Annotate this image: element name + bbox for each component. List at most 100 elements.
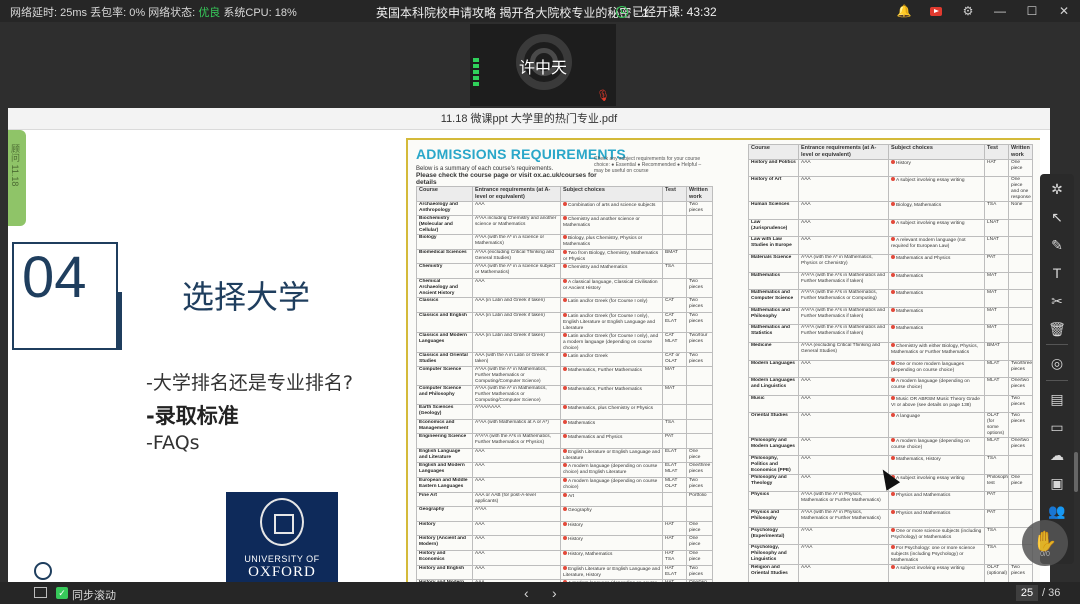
current-page-input[interactable]: 25 [1016, 585, 1038, 601]
logo-line2: OXFORD [248, 564, 316, 580]
sync-scroll-label: 同步滚动 [72, 590, 116, 602]
raise-hand-button[interactable]: ✋ 0/0 [1022, 520, 1068, 566]
packet-loss-value: 0% [129, 7, 146, 19]
annotation-toolbar: ✲ ↖ ✎ T ✂ 🗑 ◎ ▤ ▭ ☁ ▣ 👥 [1040, 174, 1074, 564]
pen-icon[interactable]: ✎ [1040, 232, 1074, 258]
cpu-value: 18% [274, 7, 297, 19]
next-page-button[interactable]: › [552, 585, 557, 601]
table-cell: A*A*A (with the A*s in Mathematics and F… [798, 271, 889, 291]
bell-icon[interactable]: 🔔 [888, 4, 920, 18]
table-cell: Mathematics [888, 306, 985, 326]
table-cell: AAA [798, 201, 889, 220]
essential-dot-icon [891, 237, 895, 242]
essential-dot-icon [563, 333, 567, 337]
oxford-logo: UNIVERSITY OF OXFORD [226, 492, 338, 582]
document-icon[interactable]: ▤ [1040, 386, 1074, 412]
table-row: Chemistry A*AA (with the A* in a science … [416, 263, 713, 280]
subject-text: Mathematics, Further Mathematics [568, 387, 642, 393]
table-cell [662, 404, 687, 420]
table-cell: AAA [472, 477, 561, 493]
prev-page-button[interactable]: ‹ [524, 585, 529, 601]
table-cell: PAT [984, 509, 1009, 528]
subject-text: Chemistry and another science or Mathema… [563, 217, 640, 229]
maximize-icon[interactable]: ☐ [1016, 4, 1048, 18]
table-header-2: Subject choices [560, 186, 663, 202]
table-cell: AAA [472, 278, 561, 299]
minimize-icon[interactable]: — [984, 4, 1016, 18]
table-cell: MAT [984, 306, 1009, 326]
subject-text: A modern language (depending on course c… [891, 379, 970, 391]
table-cell: Mathematics [748, 271, 799, 291]
thumbnail-icon[interactable] [34, 587, 47, 598]
table-cell: OLAT (for some options) [984, 412, 1009, 439]
table-cell [1008, 509, 1033, 528]
essential-dot-icon [891, 456, 895, 460]
clock-icon [616, 5, 628, 18]
table-cell: A*AA [798, 544, 889, 566]
chat-icon[interactable]: ▭ [1040, 414, 1074, 440]
table-cell: Psychology, Philosophy and Linguistics [748, 544, 799, 566]
table-cell: Oriental Studies [748, 412, 799, 439]
subject-text: A subject involving essay writing [896, 220, 965, 226]
table-cell: Mathematics, History [888, 454, 985, 475]
record-icon[interactable] [920, 4, 952, 18]
requirements-table-right: Course Entrance requirements (at A-level … [748, 144, 1033, 582]
bullet-admission: -录取标准 [146, 404, 239, 428]
table-cell: Mathematics [888, 289, 985, 308]
table-cell: A classical language, Classical Civilisa… [560, 278, 663, 299]
subject-text: Latin and/or Greek (for Course I only) [568, 299, 648, 305]
scrollbar[interactable] [1074, 452, 1078, 492]
table-cell: Biology, plus Chemistry, Physics or Math… [560, 234, 663, 250]
table-header-4: Written work [1008, 144, 1033, 160]
table-cell: AAA [798, 359, 889, 379]
table-cell [984, 394, 1009, 414]
select-arrow-icon[interactable]: ↖ [1040, 204, 1074, 230]
view-toggle-icon[interactable]: ◎ [1040, 350, 1074, 376]
text-tool-icon[interactable]: T [1040, 260, 1074, 286]
trash-icon[interactable]: 🗑 [1040, 316, 1074, 342]
subject-text: A subject involving essay writing [896, 475, 965, 481]
table-cell [662, 215, 687, 236]
table-row: History and English AAA English Literature… [416, 564, 713, 581]
table-cell: Mathematics [888, 324, 985, 344]
table-cell [1008, 342, 1033, 361]
side-tab[interactable]: 顾问 11.18 [8, 130, 26, 226]
table-cell: Physics and Mathematics [888, 491, 985, 511]
table-cell: Chemical Archaeology and Ancient History [416, 278, 473, 299]
table-cell [1008, 289, 1033, 308]
table-cell: History of Art [748, 176, 799, 203]
table-cell: Geography [560, 506, 663, 522]
table-cell: CAT or OLAT [662, 351, 687, 368]
table-cell: Computer Science [416, 366, 473, 387]
scissors-icon[interactable]: ✂ [1040, 288, 1074, 314]
table-cell: CAT MLAT [662, 331, 687, 353]
oxford-crest-icon [260, 498, 304, 546]
essential-dot-icon [563, 449, 567, 453]
magic-pointer-icon[interactable]: ✲ [1040, 176, 1074, 202]
table-cell: Earth Sciences (Geology) [416, 404, 473, 420]
table-cell: MLAT [984, 377, 1009, 396]
essential-dot-icon [891, 273, 895, 277]
table-cell: A*AA (with the A* in Mathematics, Physic… [798, 254, 889, 273]
essential-dot-icon [891, 438, 895, 443]
table-cell: Biology [416, 234, 473, 250]
table-cell: Mathematics [888, 271, 985, 291]
table-cell: A*AA [472, 506, 561, 522]
toolbox-icon[interactable]: ▣ [1040, 470, 1074, 496]
table-cell: One or more modern languages (depending … [888, 359, 985, 379]
close-icon[interactable]: ✕ [1048, 4, 1080, 18]
subject-text: Art [568, 493, 575, 499]
table-row: European and Middle Eastern Languages AAA… [416, 477, 713, 493]
table-cell: Chemistry and Mathematics [560, 263, 663, 280]
sync-scroll-checkbox[interactable]: ✓ [56, 587, 68, 599]
table-cell: LNAT [984, 218, 1009, 238]
settings-icon[interactable]: ⚙ [952, 4, 984, 18]
cloud-icon[interactable]: ☁ [1040, 442, 1074, 468]
table-row: Computer Science A*AA (with the A* in Mat… [416, 366, 713, 387]
packet-loss-label: 丢包率: [90, 7, 127, 19]
essential-dot-icon [563, 313, 567, 317]
table-cell: Music [748, 394, 799, 414]
subject-text: Mathematics [568, 420, 596, 426]
essential-dot-icon [563, 353, 567, 357]
table-cell: One/three pieces [686, 462, 713, 478]
